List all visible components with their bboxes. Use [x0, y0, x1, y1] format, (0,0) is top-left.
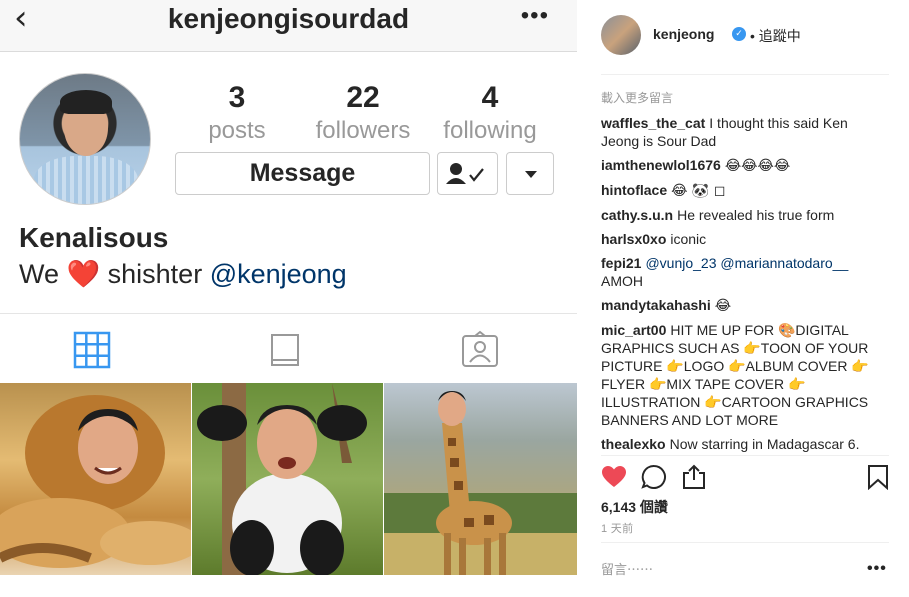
comment-item: thealexko Now starring in Madagascar 6.	[601, 435, 889, 453]
divider	[601, 74, 889, 75]
tab-grid[interactable]	[72, 330, 112, 370]
comment-item: hintoflace 😂 🐼 ◻	[601, 181, 889, 200]
follow-state-label[interactable]: • 追蹤中	[750, 26, 801, 46]
giraffe-image	[384, 391, 577, 575]
comment-button[interactable]	[641, 464, 667, 490]
display-name: Kenalisous	[19, 222, 169, 253]
user-check-icon	[446, 163, 484, 184]
following-stat[interactable]: 4 following	[430, 80, 550, 146]
comment-username[interactable]: mic_art00	[601, 322, 666, 338]
following-status-button[interactable]	[437, 152, 498, 195]
bookmark-icon	[868, 465, 888, 491]
comment-username[interactable]: thealexko	[601, 436, 666, 452]
message-button[interactable]: Message	[175, 152, 430, 195]
more-options-button[interactable]: •••	[521, 2, 549, 30]
comment-text: 😂	[714, 298, 732, 314]
comment-text: 😂😂😂😂	[724, 158, 791, 174]
bio-middle: shishter	[100, 259, 210, 289]
comment-item: mic_art00 HIT ME UP FOR 🎨DIGITAL GRAPHICS…	[601, 321, 889, 429]
comment-text: iconic	[670, 231, 707, 247]
profile-screenshot: ‹ kenjeongisourdad ••• 3 posts 22 follow…	[0, 0, 577, 597]
comment-bubble-icon	[641, 464, 666, 489]
tab-tagged[interactable]	[460, 330, 500, 370]
grid-icon	[73, 331, 111, 369]
comment-text: 😂 🐼 ◻	[671, 183, 726, 199]
suggestions-dropdown-button[interactable]	[506, 152, 554, 195]
comment-mentions[interactable]: @vunjo_23 @mariannatodaro__	[645, 255, 848, 271]
posts-label: posts	[208, 117, 266, 144]
profile-bio: We ❤️ shishter @kenjeong	[19, 258, 347, 290]
post-timestamp[interactable]: 1 天前	[601, 520, 633, 536]
caret-down-icon	[525, 171, 537, 178]
load-more-comments-link[interactable]: 載入更多留言	[601, 89, 673, 106]
tab-feed[interactable]	[265, 330, 305, 370]
post-options-button[interactable]: •••	[867, 560, 887, 578]
share-button[interactable]	[681, 464, 707, 490]
post-header: kenjeong ✓ • 追蹤中	[601, 15, 889, 60]
comment-username[interactable]: fepi21	[601, 255, 641, 271]
bio-prefix: We	[19, 259, 67, 289]
add-comment-input[interactable]	[601, 562, 851, 577]
profile-handle: kenjeongisourdad	[167, 3, 410, 34]
share-upload-icon	[683, 464, 705, 489]
divider	[601, 542, 889, 543]
post-thumbnail-panda[interactable]	[192, 383, 383, 575]
followers-stat[interactable]: 22 followers	[303, 80, 423, 146]
profile-tab-bar	[0, 313, 577, 383]
save-button[interactable]	[865, 464, 891, 491]
comment-username[interactable]: hintoflace	[601, 182, 667, 198]
post-detail-panel: kenjeong ✓ • 追蹤中 載入更多留言 waffles_the_cat I…	[577, 0, 909, 597]
comment-username[interactable]: iamthenewlol1676	[601, 157, 721, 173]
comment-item: iamthenewlol1676 😂😂😂😂	[601, 156, 889, 175]
divider	[601, 455, 889, 456]
verified-badge-icon: ✓	[732, 27, 746, 41]
comments-list: waffles_the_cat I thought this said Ken J…	[601, 114, 889, 459]
comment-username[interactable]: mandytakahashi	[601, 297, 711, 313]
posts-count: 3	[228, 81, 246, 114]
comment-item: mandytakahashi 😂	[601, 296, 889, 315]
comment-item: fepi21 @vunjo_23 @mariannatodaro__ AMOH	[601, 254, 889, 290]
posts-stat[interactable]: 3 posts	[177, 80, 297, 146]
following-label: following	[443, 117, 537, 144]
followers-label: followers	[315, 117, 411, 144]
likes-count[interactable]: 6,143 個讚	[601, 497, 668, 517]
profile-avatar[interactable]	[19, 73, 151, 205]
tagged-icon	[462, 330, 498, 367]
bio-mention-link[interactable]: @kenjeong	[210, 259, 347, 289]
lion-image	[0, 395, 191, 568]
like-button[interactable]	[601, 464, 627, 490]
feed-icon	[271, 334, 299, 366]
comment-username[interactable]: cathy.s.u.n	[601, 207, 673, 223]
comment-item: harlsx0xo iconic	[601, 230, 889, 248]
post-thumbnail-giraffe[interactable]	[384, 383, 577, 575]
comment-username[interactable]: waffles_the_cat	[601, 115, 705, 131]
comment-text: He revealed his true form	[677, 207, 835, 223]
profile-top-bar: ‹ kenjeongisourdad •••	[0, 0, 577, 52]
following-count: 4	[481, 81, 499, 114]
comment-username[interactable]: harlsx0xo	[601, 231, 666, 247]
heart-filled-icon	[602, 466, 626, 487]
heart-emoji: ❤️	[66, 259, 101, 290]
followers-count: 22	[346, 81, 380, 114]
comment-text: Now starring in Madagascar 6.	[669, 436, 860, 452]
poster-username[interactable]: kenjeong	[653, 26, 714, 42]
panda-image	[197, 383, 367, 575]
comment-text: AMOH	[601, 273, 643, 289]
poster-avatar[interactable]	[601, 15, 641, 55]
post-thumbnail-lion[interactable]	[0, 383, 191, 575]
comment-item: cathy.s.u.n He revealed his true form	[601, 206, 889, 224]
comment-item: waffles_the_cat I thought this said Ken J…	[601, 114, 889, 150]
